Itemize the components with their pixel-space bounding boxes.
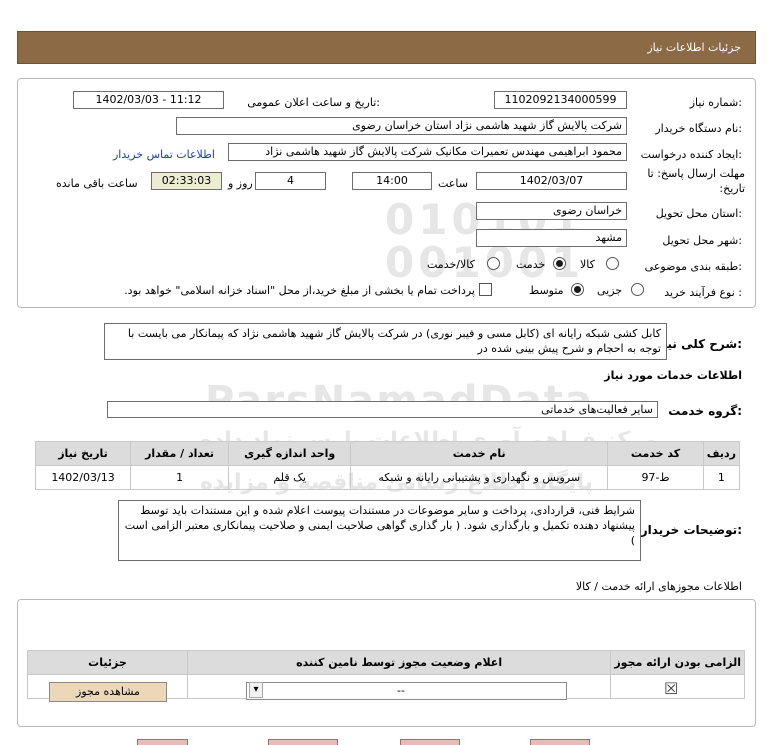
permit-required-checkbox-icon: ☒	[664, 679, 679, 698]
permits-section-title: اطلاعات مجوزهای ارائه خدمت / کالا	[575, 580, 742, 593]
page-title: جزئیات اطلاعات نیاز	[647, 41, 741, 54]
col-need-date: تاریخ نیاز	[34, 441, 132, 466]
cell-need-date: 1402/03/13	[34, 465, 132, 490]
deadline-time-label: ساعت	[438, 177, 468, 190]
service-group-label: گروه خدمت:	[668, 404, 742, 418]
city-field: مشهد	[476, 229, 627, 247]
process-label: نوع فرآیند خرید :	[664, 286, 742, 299]
province-field: خراسان رضوی	[476, 202, 627, 220]
treasury-payment-note: پرداخت تمام یا بخشی از مبلغ خرید،از محل …	[124, 284, 475, 297]
process-option-minor: جزیی	[597, 284, 623, 297]
announce-field: 1402/03/03 - 11:12	[73, 91, 224, 109]
bottom-button-2[interactable]	[268, 739, 338, 745]
bottom-button-3[interactable]	[400, 739, 460, 745]
days-field: 4	[255, 172, 326, 190]
cell-unit: یک قلم	[228, 465, 352, 490]
col-details: جزئیات	[27, 650, 188, 675]
col-service-name: نام خدمت	[350, 441, 609, 466]
buyer-notes-label: توضیحات خریدار:	[640, 523, 742, 537]
col-permit-status: اعلام وضعیت مجوز توسط نامین کننده	[186, 650, 612, 675]
table-row: 1402/03/13 1 یک قلم سرویس و نگهداری و پش…	[34, 465, 741, 490]
province-label: استان محل تحویل:	[655, 207, 742, 220]
treasury-payment-checkbox[interactable]	[479, 283, 492, 296]
need-number-label: شماره نیاز:	[689, 96, 742, 109]
category-radio-service[interactable]	[553, 257, 566, 270]
permit-status-value: --	[397, 684, 405, 697]
buyer-contact-link[interactable]: اطلاعات تماس خریدار	[113, 148, 215, 161]
remaining-time-field: 02:33:03	[151, 172, 222, 190]
permits-table-header: جزئیات اعلام وضعیت مجوز توسط نامین کننده…	[27, 650, 745, 675]
process-radio-medium[interactable]	[571, 283, 584, 296]
col-row: ردیف	[702, 441, 741, 466]
services-table-header: تاریخ نیاز تعداد / مقدار واحد اندازه گیر…	[34, 441, 741, 466]
deadline-time-field: 14:00	[352, 172, 432, 190]
dropdown-icon[interactable]: ▾	[249, 682, 263, 698]
deadline-date-field: 1402/03/07	[476, 172, 627, 190]
summary-label: شرح کلی نیاز:	[656, 337, 742, 351]
process-option-medium: متوسط	[529, 284, 564, 297]
buyer-org-field: شرکت پالایش گاز شهید هاشمی نژاد استان خر…	[176, 117, 627, 135]
announce-label: تاریخ و ساعت اعلان عمومی:	[247, 96, 380, 109]
col-permit-required: الزامی بودن ارائه مجوز	[610, 650, 745, 675]
category-option-service: خدمت	[516, 258, 546, 271]
cell-row: 1	[702, 465, 741, 490]
buyer-notes-text: شرایط فنی، قراردادی، پرداخت و سایر موضوع…	[118, 500, 641, 561]
cell-service-code: ط-97	[607, 465, 704, 490]
page-header: جزئیات اطلاعات نیاز	[17, 31, 756, 64]
category-option-goods: کالا	[580, 258, 595, 271]
col-unit: واحد اندازه گیری	[228, 441, 352, 466]
service-group-field: سایر فعالیت‌های خدماتی	[107, 401, 658, 418]
services-table: تاریخ نیاز تعداد / مقدار واحد اندازه گیر…	[34, 441, 741, 490]
requester-field: محمود ابراهیمی مهندس تعمیرات مکانیک شرکت…	[228, 143, 627, 161]
need-number-field: 1102092134000599	[494, 91, 627, 109]
cell-quantity: 1	[130, 465, 230, 490]
requester-label: ایجاد کننده درخواست:	[640, 148, 742, 161]
services-section-title: اطلاعات خدمات مورد نیاز	[604, 369, 742, 382]
category-option-goods-service: کالا/خدمت	[427, 258, 475, 271]
bottom-button-1[interactable]	[137, 739, 188, 745]
permit-status-select[interactable]: -- ▾	[246, 682, 567, 700]
bottom-button-4[interactable]	[530, 739, 590, 745]
category-label: طبقه بندی موضوعی:	[644, 260, 742, 273]
remaining-label: ساعت باقی مانده	[56, 177, 138, 190]
process-radio-minor[interactable]	[631, 283, 644, 296]
view-permit-button[interactable]: مشاهده مجوز	[49, 682, 167, 702]
col-quantity: تعداد / مقدار	[130, 441, 230, 466]
deadline-label: مهلت ارسال پاسخ: تا تاریخ:	[647, 167, 745, 195]
col-service-code: کد خدمت	[607, 441, 704, 466]
category-radio-goods-service[interactable]	[487, 257, 500, 270]
days-label: روز و	[228, 177, 253, 190]
buyer-org-label: نام دستگاه خریدار:	[655, 122, 742, 135]
city-label: شهر محل تحویل:	[662, 234, 742, 247]
cell-service-name: سرویس و نگهداری و پشتیبانی رایانه و شبکه	[350, 465, 609, 490]
category-radio-goods[interactable]	[606, 257, 619, 270]
summary-text: کابل کشی شبکه رایانه ای (کابل مسی و فیبر…	[104, 323, 667, 360]
